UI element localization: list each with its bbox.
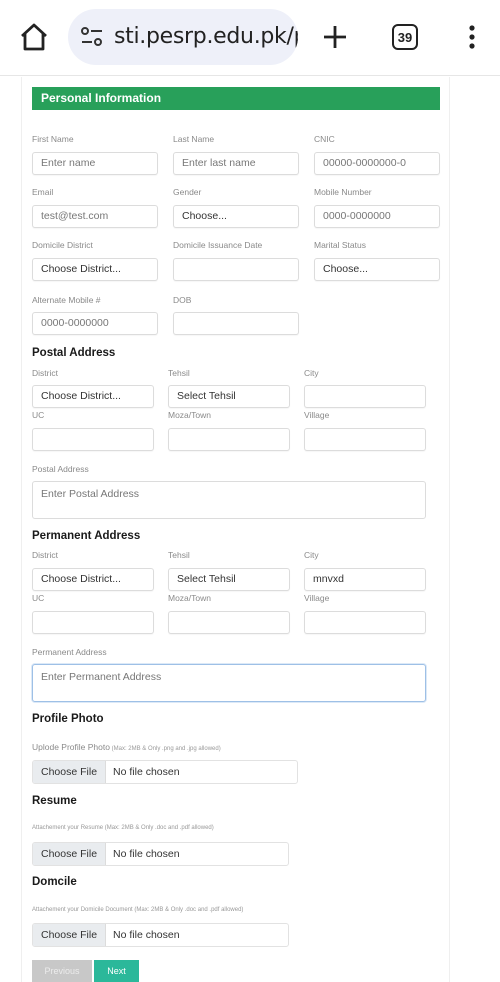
browser-toolbar: sti.pesrp.edu.pk/p 39: [0, 0, 500, 76]
address-bar[interactable]: sti.pesrp.edu.pk/p: [68, 9, 298, 65]
resume-hint: Attachement your Resume (Max: 2MB & Only…: [32, 825, 214, 831]
permanent-village-label: Village: [304, 593, 330, 603]
postal-tehsil-label: Tehsil: [168, 368, 190, 378]
postal-tehsil-select[interactable]: Select Tehsil: [168, 385, 290, 408]
permanent-address-textarea[interactable]: Enter Permanent Address: [32, 664, 426, 702]
permanent-district-label: District: [32, 550, 58, 560]
section-header: Personal Information: [32, 87, 440, 110]
alternate-mobile-label: Alternate Mobile #: [32, 295, 101, 305]
domicile-issuance-date-label: Domicile Issuance Date: [173, 240, 263, 250]
gender-label: Gender: [173, 187, 202, 197]
profile-photo-choose-file-button[interactable]: Choose File: [33, 761, 107, 783]
tune-icon[interactable]: [80, 26, 104, 48]
profile-photo-file-status: No file chosen: [113, 766, 180, 778]
permanent-tehsil-label: Tehsil: [168, 550, 190, 560]
permanent-address-label: Permanent Address: [32, 647, 107, 657]
domicile-file-input[interactable]: Choose File No file chosen: [32, 923, 289, 947]
domicile-district-select[interactable]: Choose District...: [32, 258, 158, 281]
alternate-mobile-input[interactable]: 0000-0000000: [32, 312, 158, 335]
previous-button[interactable]: Previous: [32, 960, 92, 982]
domicile-file-status: No file chosen: [113, 929, 180, 941]
postal-district-select[interactable]: Choose District...: [32, 385, 154, 408]
more-vert-icon: [469, 25, 475, 49]
permanent-moza-label: Moza/Town: [168, 593, 211, 603]
postal-district-label: District: [32, 368, 58, 378]
permanent-district-select[interactable]: Choose District...: [32, 568, 154, 591]
gender-select[interactable]: Choose...: [173, 205, 299, 228]
postal-village-label: Village: [304, 410, 330, 420]
email-label: Email: [32, 187, 54, 197]
new-tab-button[interactable]: [320, 22, 350, 52]
domicile-hint: Attachement your Domicile Document (Max:…: [32, 907, 244, 913]
more-menu-button[interactable]: [464, 24, 480, 50]
marital-status-label: Marital Status: [314, 240, 366, 250]
marital-status-select[interactable]: Choose...: [314, 258, 440, 281]
plus-icon: [324, 26, 346, 48]
tab-count: 39: [397, 29, 413, 45]
permanent-uc-label: UC: [32, 593, 45, 603]
profile-photo-heading: Profile Photo: [32, 713, 104, 725]
postal-address-label: Postal Address: [32, 464, 89, 474]
permanent-city-label: City: [304, 550, 319, 560]
postal-address-heading: Postal Address: [32, 347, 116, 359]
dob-input[interactable]: [173, 312, 299, 335]
profile-photo-hint: Uplode Profile Photo (Max: 2MB & Only .p…: [32, 742, 221, 752]
postal-moza-label: Moza/Town: [168, 410, 211, 420]
domicile-choose-file-button[interactable]: Choose File: [33, 924, 107, 946]
permanent-address-heading: Permanent Address: [32, 530, 141, 542]
profile-photo-restrictions: (Max: 2MB & Only .png and .jpg allowed): [111, 746, 221, 752]
postal-moza-input[interactable]: [168, 428, 290, 451]
permanent-uc-input[interactable]: [32, 611, 154, 634]
domicile-issuance-date-input[interactable]: [173, 258, 299, 281]
profile-photo-label: Uplode Profile Photo: [32, 742, 110, 752]
resume-heading: Resume: [32, 795, 77, 807]
next-button[interactable]: Next: [94, 960, 139, 982]
postal-uc-label: UC: [32, 410, 45, 420]
domicile-district-label: Domicile District: [32, 240, 93, 250]
mobile-input[interactable]: 0000-0000000: [314, 205, 440, 228]
resume-choose-file-button[interactable]: Choose File: [33, 843, 107, 865]
postal-city-input[interactable]: [304, 385, 426, 408]
permanent-village-input[interactable]: [304, 611, 426, 634]
email-input[interactable]: test@test.com: [32, 205, 158, 228]
postal-city-label: City: [304, 368, 319, 378]
first-name-input[interactable]: Enter name: [32, 152, 158, 175]
tab-switcher-button[interactable]: 39: [392, 24, 418, 50]
postal-village-input[interactable]: [304, 428, 426, 451]
postal-uc-input[interactable]: [32, 428, 154, 451]
url-text[interactable]: sti.pesrp.edu.pk/p: [114, 24, 298, 49]
domicile-heading: Domcile: [32, 876, 77, 888]
home-button[interactable]: [18, 22, 50, 52]
permanent-moza-input[interactable]: [168, 611, 290, 634]
mobile-label: Mobile Number: [314, 187, 372, 197]
profile-photo-file-input[interactable]: Choose File No file chosen: [32, 760, 298, 784]
dob-label: DOB: [173, 295, 192, 305]
last-name-input[interactable]: Enter last name: [173, 152, 299, 175]
cnic-label: CNIC: [314, 134, 335, 144]
resume-file-status: No file chosen: [113, 848, 180, 860]
home-icon: [21, 23, 47, 51]
permanent-tehsil-select[interactable]: Select Tehsil: [168, 568, 290, 591]
postal-address-textarea[interactable]: Enter Postal Address: [32, 481, 426, 519]
first-name-label: First Name: [32, 134, 74, 144]
resume-file-input[interactable]: Choose File No file chosen: [32, 842, 289, 866]
permanent-city-input[interactable]: mnvxd: [304, 568, 426, 591]
cnic-input[interactable]: 00000-0000000-0: [314, 152, 440, 175]
last-name-label: Last Name: [173, 134, 215, 144]
